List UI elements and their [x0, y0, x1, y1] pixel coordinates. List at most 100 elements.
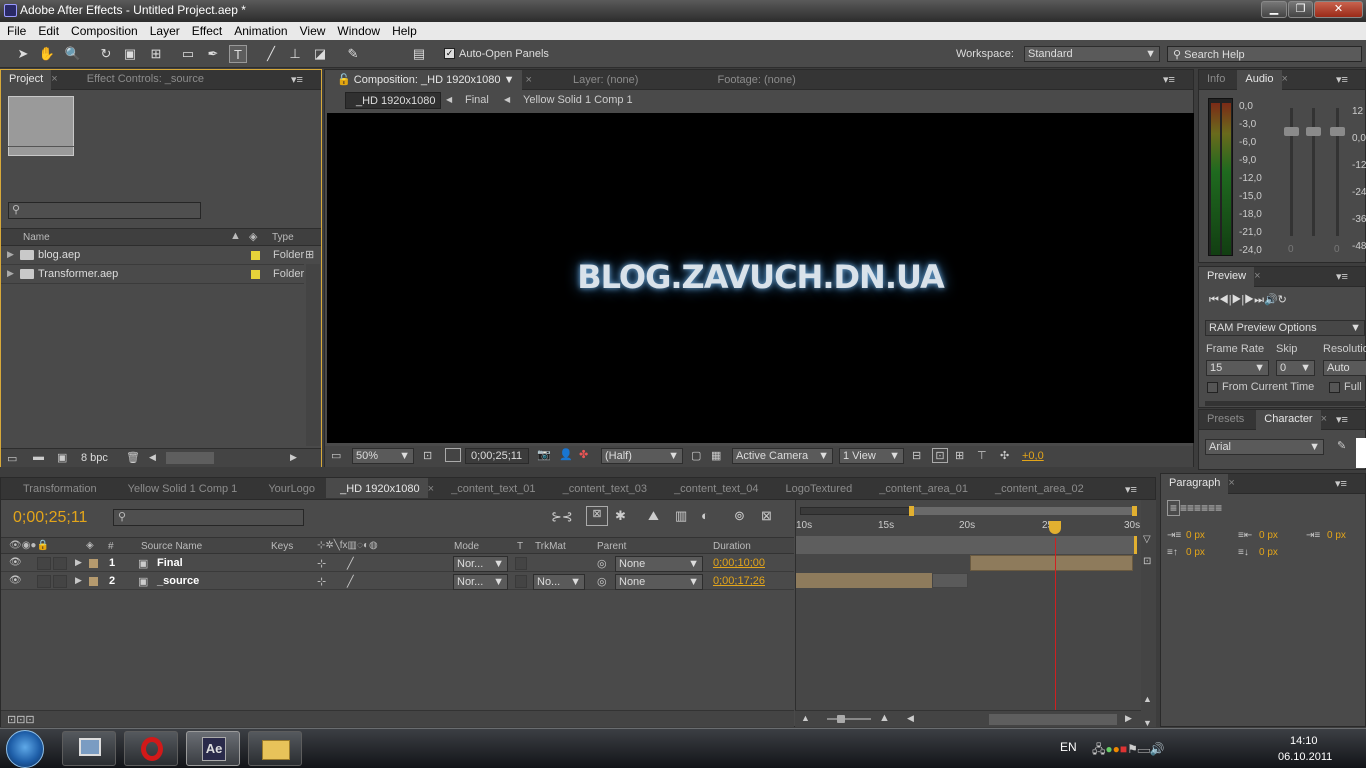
zoom-tool-icon[interactable]: 🔍 — [64, 45, 82, 63]
timeline-panel-icon[interactable]: ⊞ — [955, 449, 964, 462]
project-item[interactable]: ▶ Transformer.aep Folder — [1, 266, 304, 284]
tab-timeline-comp[interactable]: Yellow Solid 1 Comp 1 — [108, 478, 246, 498]
language-indicator[interactable]: EN — [1060, 740, 1077, 754]
maximize-button[interactable]: ❐ — [1288, 1, 1313, 18]
audio-slider-handle[interactable] — [1306, 127, 1321, 136]
project-search-input[interactable]: ⚲ — [8, 202, 201, 219]
zoom-slider-track[interactable] — [827, 718, 871, 720]
first-frame-icon[interactable]: ⏮ — [1209, 294, 1219, 306]
action-center-tray-icon[interactable]: ⚑ — [1127, 742, 1138, 756]
current-time-indicator-head[interactable] — [1049, 521, 1061, 534]
expand-arrow-icon[interactable]: ▶ — [75, 557, 82, 568]
menu-effect[interactable]: Effect — [185, 22, 227, 38]
new-folder-icon[interactable]: ▬ — [33, 451, 44, 463]
layer-name[interactable]: _source — [157, 575, 199, 587]
clock-date[interactable]: 06.10.2011 — [1278, 751, 1332, 763]
column-mode[interactable]: Mode — [454, 541, 479, 552]
tab-timeline-comp[interactable]: Transformation — [1, 478, 105, 498]
expand-arrow-icon[interactable]: ▶ — [7, 268, 14, 279]
scroll-right-icon[interactable]: ▶ — [290, 452, 297, 463]
tab-character[interactable]: Character — [1256, 410, 1321, 430]
first-line-indent-value[interactable]: 0 px — [1327, 530, 1346, 541]
column-trkmat[interactable]: TrkMat — [535, 541, 566, 552]
justify-all-icon[interactable]: ≡ — [1215, 501, 1222, 515]
frame-rate-dropdown[interactable]: 15 ▼ — [1206, 360, 1269, 376]
panel-menu-icon[interactable]: ▾≡ — [291, 73, 303, 86]
label-color-swatch[interactable] — [251, 270, 260, 279]
layer-bar-source-tail[interactable] — [932, 573, 968, 588]
breadcrumb-item[interactable]: Yellow Solid 1 Comp 1 — [523, 94, 633, 106]
pen-tool-icon[interactable]: ✒ — [204, 45, 222, 63]
layer-name[interactable]: Final — [157, 557, 183, 569]
preserve-transparency-switch[interactable] — [515, 575, 527, 588]
new-composition-icon[interactable]: ▣ — [57, 451, 67, 464]
column-number[interactable]: # — [108, 541, 114, 552]
tab-info[interactable]: Info — [1199, 70, 1233, 90]
frame-blending-icon[interactable]: ▥ — [675, 508, 687, 524]
breadcrumb-item[interactable]: Final — [465, 94, 489, 106]
search-help-input[interactable]: ⚲ Search Help — [1167, 46, 1362, 62]
brush-tool-icon[interactable]: ╱ — [262, 45, 280, 63]
space-after-value[interactable]: 0 px — [1259, 547, 1278, 558]
current-time-display[interactable]: 0;00;25;11 — [13, 509, 87, 527]
flowchart-icon[interactable]: ⊞ — [305, 248, 314, 261]
reset-exposure-icon[interactable]: ✣ — [1000, 449, 1009, 462]
selection-tool-icon[interactable]: ➤ — [14, 45, 32, 63]
snapshot-camera-icon[interactable]: 📷 — [537, 448, 551, 461]
last-frame-icon[interactable]: ⏭ — [1254, 294, 1264, 306]
resolution-dropdown[interactable]: Auto — [1323, 360, 1366, 376]
flowchart-icon[interactable]: ⊤ — [977, 449, 987, 462]
label-color-swatch[interactable] — [251, 251, 260, 260]
layer-bar-final[interactable] — [970, 555, 1133, 571]
label-color-swatch[interactable] — [89, 559, 98, 568]
work-area-bar[interactable] — [796, 536, 1136, 554]
graph-editor-icon[interactable]: ⊠ — [761, 508, 772, 524]
tab-presets[interactable]: Presets — [1199, 410, 1252, 430]
blend-mode-dropdown[interactable]: Nor... ▼ — [453, 574, 508, 590]
font-family-dropdown[interactable]: Arial ▼ — [1205, 439, 1324, 455]
play-icon[interactable]: ▶ — [1232, 294, 1242, 306]
solo-switch[interactable] — [37, 575, 51, 588]
lock-switch[interactable] — [53, 557, 67, 570]
minimize-button[interactable]: ▁ — [1261, 1, 1287, 18]
auto-open-checkbox[interactable]: ✓ — [444, 48, 455, 59]
navigator-start-handle[interactable] — [909, 506, 914, 516]
start-button[interactable] — [6, 730, 44, 768]
comp-button-icon[interactable]: ⊡ — [1143, 556, 1151, 567]
time-navigator[interactable] — [800, 506, 1137, 516]
indent-left-value[interactable]: 0 px — [1186, 530, 1205, 541]
close-icon[interactable]: × — [1321, 413, 1327, 425]
clone-stamp-tool-icon[interactable]: ⊥ — [286, 45, 304, 63]
next-frame-icon[interactable]: |▶ — [1241, 294, 1254, 306]
time-navigator-range[interactable] — [909, 507, 1137, 515]
layer-row[interactable]: 👁 ▶ 1 ▣ Final ⊹ ╱ Nor... ▼ ◎ None ▼ 0;00;1… — [1, 555, 794, 572]
tab-preview[interactable]: Preview — [1199, 267, 1255, 287]
label-color-swatch[interactable] — [89, 577, 98, 586]
panel-menu-icon[interactable]: ▾≡ — [1335, 477, 1347, 490]
time-graph[interactable]: 10s 15s 20s 25s 30s — [795, 500, 1141, 727]
navigator-end-handle[interactable] — [1132, 506, 1137, 516]
display-tray-icon[interactable]: ▭ — [1138, 742, 1150, 756]
pick-whip-icon[interactable]: ◎ — [597, 575, 607, 588]
resolution-dropdown[interactable]: (Half) ▼ — [601, 448, 683, 464]
preview-scrollbar[interactable] — [1205, 401, 1366, 406]
space-before-value[interactable]: 0 px — [1186, 547, 1205, 558]
blend-mode-dropdown[interactable]: Nor... ▼ — [453, 556, 508, 572]
tab-timeline-comp[interactable]: _content_area_02 — [979, 478, 1092, 498]
volume-tray-icon[interactable]: 🔊 — [1150, 742, 1165, 756]
camera-tool-icon[interactable]: ▣ — [121, 45, 139, 63]
puppet-pin-tool-icon[interactable]: ✎ — [344, 45, 362, 63]
viewer-timecode[interactable]: 0;00;25;11 — [465, 448, 529, 464]
color-channels-icon[interactable]: ✤ — [579, 448, 588, 461]
type-tool-icon[interactable]: T — [229, 45, 247, 63]
composition-viewer[interactable]: BLOG.ZAVUCH.DN.UA — [327, 113, 1194, 443]
audio-slider-handle[interactable] — [1330, 127, 1345, 136]
shy-layers-icon[interactable]: ⛰ — [648, 508, 659, 524]
scroll-down-icon[interactable]: ▼ — [1143, 718, 1152, 728]
zoom-out-icon[interactable]: ▲ — [801, 713, 810, 723]
tab-composition[interactable]: 🔓 Composition: _HD 1920x1080 ▼ — [325, 70, 523, 90]
tab-timeline-comp[interactable]: _content_text_03 — [547, 478, 655, 498]
close-icon[interactable]: × — [428, 483, 434, 495]
live-update-icon[interactable]: ⊠ — [586, 506, 608, 526]
magnification-dropdown[interactable]: 50% ▼ — [352, 448, 414, 464]
